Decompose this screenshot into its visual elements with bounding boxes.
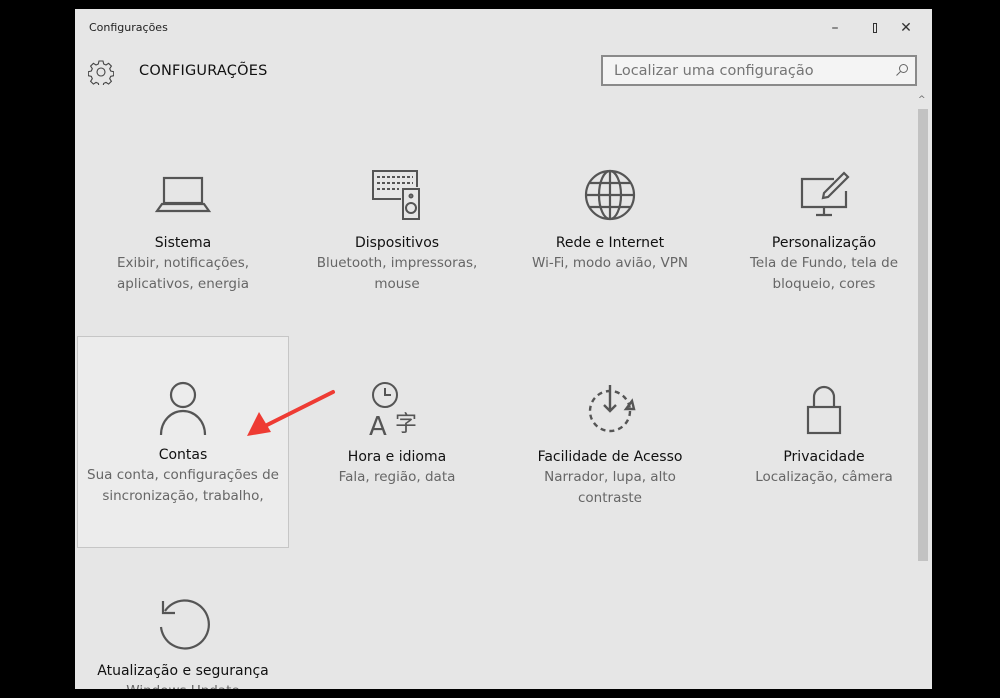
- gear-icon: [88, 59, 114, 85]
- search-icon[interactable]: [895, 63, 909, 77]
- tile-desc: Sua conta, configurações de sincronizaçã…: [78, 465, 288, 507]
- page-title: CONFIGURAÇÕES: [139, 63, 268, 79]
- tile-privacidade[interactable]: Privacidade Localização, câmera: [718, 379, 930, 488]
- tile-title: Contas: [78, 445, 288, 465]
- tile-desc: Tela de Fundo, tela de bloqueio, cores: [718, 253, 930, 295]
- tile-sistema[interactable]: Sistema Exibir, notificações, aplicativo…: [77, 165, 289, 295]
- tile-title: Privacidade: [718, 447, 930, 467]
- svg-text:A: A: [369, 412, 387, 439]
- lock-icon: [794, 379, 854, 439]
- ease-of-access-icon: [580, 379, 640, 439]
- title-bar: Configurações – ✕: [75, 9, 932, 45]
- tile-atualizacao-seguranca[interactable]: Atualização e segurança Windows Update: [77, 593, 289, 689]
- tile-title: Hora e idioma: [291, 447, 503, 467]
- settings-window: Configurações – ✕ CONFIGURAÇÕES ^ Sistem…: [75, 9, 932, 689]
- svg-text:字: 字: [395, 412, 417, 437]
- search-box[interactable]: [601, 55, 917, 86]
- devices-icon: [367, 165, 427, 225]
- tile-desc: Fala, região, data: [291, 467, 503, 488]
- tile-title: Atualização e segurança: [77, 661, 289, 681]
- tile-facilidade-acesso[interactable]: Facilidade de Acesso Narrador, lupa, alt…: [504, 379, 716, 509]
- tile-title: Personalização: [718, 233, 930, 253]
- tile-title: Facilidade de Acesso: [504, 447, 716, 467]
- search-input[interactable]: [603, 57, 883, 84]
- update-icon: [153, 593, 213, 653]
- tile-desc: Narrador, lupa, alto contraste: [504, 467, 716, 509]
- close-button[interactable]: ✕: [886, 15, 926, 41]
- tile-title: Dispositivos: [291, 233, 503, 253]
- tile-personalizacao[interactable]: Personalização Tela de Fundo, tela de bl…: [718, 165, 930, 295]
- maximize-button[interactable]: [837, 15, 877, 41]
- window-title: Configurações: [89, 21, 168, 34]
- scroll-up-icon[interactable]: ^: [918, 95, 926, 105]
- tile-title: Sistema: [77, 233, 289, 253]
- tile-desc: Bluetooth, impressoras, mouse: [291, 253, 503, 295]
- time-language-icon: A字: [367, 379, 427, 439]
- globe-icon: [580, 165, 640, 225]
- laptop-icon: [153, 165, 213, 225]
- tile-desc: Windows Update: [77, 681, 289, 689]
- person-icon: [153, 377, 213, 437]
- tile-desc: Wi-Fi, modo avião, VPN: [504, 253, 716, 274]
- tile-hora-idioma[interactable]: A字 Hora e idioma Fala, região, data: [291, 379, 503, 488]
- personalize-icon: [794, 165, 854, 225]
- tile-rede-internet[interactable]: Rede e Internet Wi-Fi, modo avião, VPN: [504, 165, 716, 274]
- tile-dispositivos[interactable]: Dispositivos Bluetooth, impressoras, mou…: [291, 165, 503, 295]
- tile-desc: Localização, câmera: [718, 467, 930, 488]
- tile-title: Rede e Internet: [504, 233, 716, 253]
- tile-contas[interactable]: Contas Sua conta, configurações de sincr…: [77, 336, 289, 548]
- tile-desc: Exibir, notificações, aplicativos, energ…: [77, 253, 289, 295]
